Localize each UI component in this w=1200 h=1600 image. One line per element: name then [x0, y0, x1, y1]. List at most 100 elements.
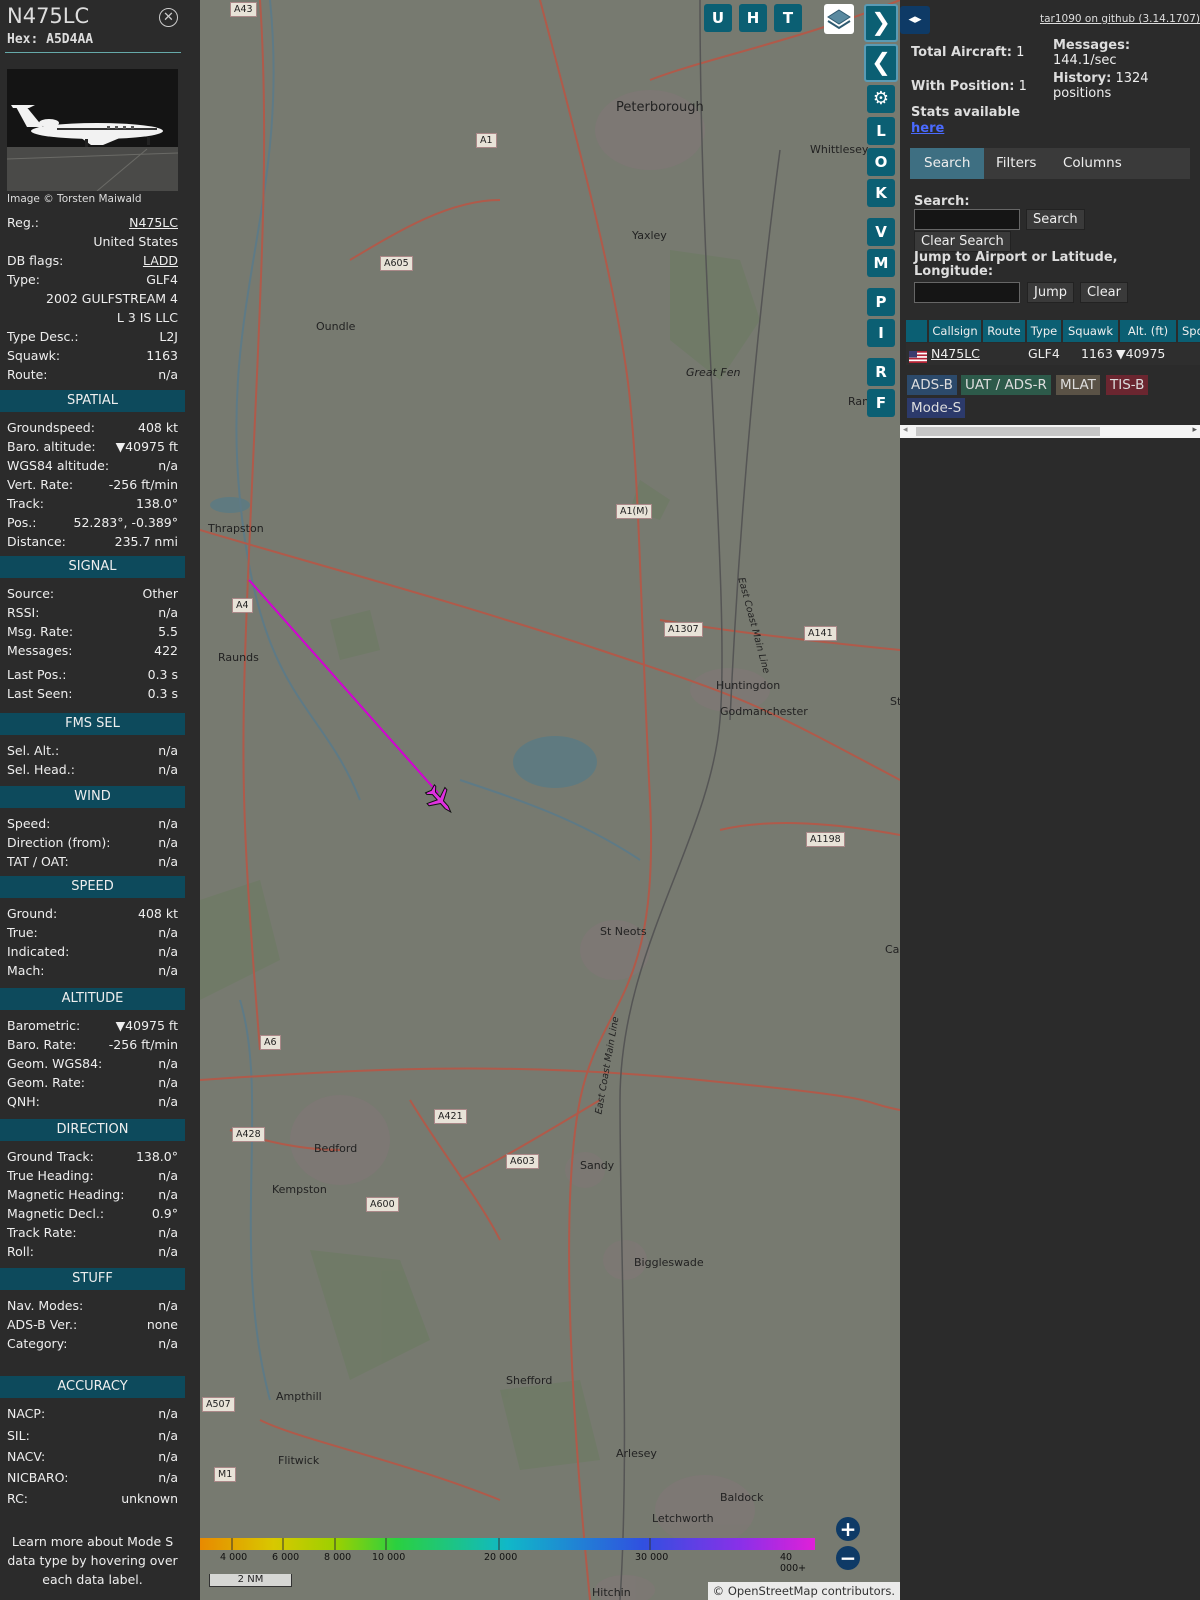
- toggle-i-button[interactable]: I: [867, 319, 895, 347]
- detail-key: NACV:: [7, 1449, 46, 1464]
- detail-row: Groundspeed: 408 kt: [7, 418, 178, 437]
- attribution-prefix: ©: [712, 1584, 728, 1598]
- detail-key: Roll:: [7, 1244, 34, 1259]
- detail-key: Distance:: [7, 534, 66, 549]
- column-header-callsign[interactable]: Callsign: [929, 320, 981, 342]
- toggle-h-button[interactable]: H: [739, 4, 767, 32]
- detail-value: n/a: [158, 854, 178, 869]
- zoom-out-button[interactable]: −: [836, 1546, 860, 1570]
- jump-button[interactable]: Jump: [1027, 282, 1074, 303]
- detail-row: Vert. Rate: -256 ft/min: [7, 475, 178, 494]
- road-label: A1198: [806, 832, 845, 847]
- clear-jump-button[interactable]: Clear: [1080, 282, 1128, 303]
- map-attribution: © OpenStreetMap contributors.: [707, 1582, 900, 1600]
- version-link[interactable]: tar1090 on github (3.14.1707): [1040, 13, 1200, 25]
- detail-value: n/a: [158, 1225, 178, 1240]
- detail-key: Type:: [7, 272, 40, 287]
- detail-row: NICBARO: n/a: [7, 1468, 178, 1487]
- detail-row: Indicated: n/a: [7, 942, 178, 961]
- road-label: A428: [232, 1127, 265, 1142]
- sidebar-toggle-button[interactable]: ◂▸: [900, 6, 930, 34]
- settings-button[interactable]: ⚙: [867, 85, 895, 113]
- toggle-p-button[interactable]: P: [867, 288, 895, 316]
- place-label: Letchworth: [652, 1512, 714, 1525]
- place-label: Peterborough: [616, 100, 704, 115]
- scroll-left-icon[interactable]: ◂: [903, 425, 908, 435]
- detail-value: 138.0°: [135, 1149, 178, 1164]
- aircraft-icon[interactable]: [421, 781, 460, 820]
- column-header-route[interactable]: Route: [983, 320, 1025, 342]
- table-row[interactable]: N475LC GLF4 1163 ▼40975: [906, 343, 1200, 365]
- next-aircraft-button[interactable]: ❯: [864, 4, 898, 42]
- column-header-speed[interactable]: Spd: [1178, 320, 1200, 342]
- detail-key: True:: [7, 925, 38, 940]
- detail-row: TAT / OAT: n/a: [7, 852, 178, 871]
- toggle-k-button[interactable]: K: [867, 179, 895, 207]
- zoom-in-button[interactable]: +: [836, 1517, 860, 1541]
- row-callsign[interactable]: N475LC: [931, 343, 980, 365]
- place-label: Bedford: [314, 1142, 358, 1155]
- detail-key: Squawk:: [7, 348, 61, 363]
- place-label: Yaxley: [632, 229, 667, 242]
- detail-value[interactable]: LADD: [143, 251, 178, 270]
- toggle-o-button[interactable]: O: [867, 148, 895, 176]
- clear-search-button[interactable]: Clear Search: [914, 231, 1011, 252]
- tab-columns[interactable]: Columns: [1049, 148, 1136, 179]
- column-header-altitude[interactable]: Alt. (ft): [1120, 320, 1176, 342]
- detail-key: Ground:: [7, 906, 58, 921]
- detail-key: True Heading:: [7, 1168, 94, 1183]
- column-header-squawk[interactable]: Squawk: [1063, 320, 1118, 342]
- toggle-m-button[interactable]: M: [867, 249, 895, 277]
- detail-key: TAT / OAT:: [7, 854, 69, 869]
- aircraft-photo[interactable]: [7, 69, 178, 191]
- detail-value: 1163: [146, 348, 178, 363]
- detail-value: n/a: [158, 1168, 178, 1183]
- prev-aircraft-button[interactable]: ❮: [864, 44, 898, 82]
- place-label: Godmanchester: [720, 705, 808, 718]
- detail-value[interactable]: N475LC: [129, 213, 178, 232]
- search-input[interactable]: [914, 209, 1020, 230]
- detail-key: Geom. Rate:: [7, 1075, 86, 1090]
- detail-row: Track Rate: n/a: [7, 1223, 178, 1242]
- detail-value: n/a: [158, 1094, 178, 1109]
- detail-value: 408 kt: [138, 420, 178, 435]
- detail-value: n/a: [158, 816, 178, 831]
- detail-value: L2J: [159, 329, 178, 344]
- close-icon[interactable]: ✕: [159, 8, 178, 27]
- detail-key: RC:: [7, 1491, 29, 1506]
- toggle-t-button[interactable]: T: [774, 4, 802, 32]
- table-horizontal-scrollbar[interactable]: ◂ ▸: [900, 425, 1200, 438]
- toggle-l-button[interactable]: L: [867, 117, 895, 145]
- total-aircraft-label: Total Aircraft:: [911, 45, 1012, 60]
- image-credit: Image © Torsten Maiwald: [7, 193, 142, 205]
- jump-input[interactable]: [914, 282, 1020, 303]
- tab-filters[interactable]: Filters: [982, 148, 1050, 179]
- detail-row: Baro. altitude: ▼40975 ft: [7, 437, 178, 456]
- toggle-f-button[interactable]: F: [867, 389, 895, 417]
- toggle-r-button[interactable]: R: [867, 358, 895, 386]
- scroll-right-icon[interactable]: ▸: [1192, 425, 1197, 435]
- osm-link[interactable]: OpenStreetMap: [728, 1584, 818, 1598]
- tab-search[interactable]: Search: [910, 148, 985, 179]
- layers-button[interactable]: [824, 4, 854, 34]
- place-label: Baldock: [720, 1491, 764, 1504]
- search-button[interactable]: Search: [1026, 209, 1085, 230]
- table-scrollbar-thumb[interactable]: [916, 427, 1100, 436]
- road-label: A1: [476, 133, 497, 148]
- detail-row: Type: GLF4: [7, 270, 178, 289]
- detail-value: n/a: [158, 762, 178, 777]
- detail-row: Baro. Rate: -256 ft/min: [7, 1035, 178, 1054]
- road-label: A507: [202, 1397, 235, 1412]
- altitude-color-legend: [200, 1538, 815, 1550]
- toggle-u-button[interactable]: U: [704, 4, 732, 32]
- column-header-flag[interactable]: [906, 320, 927, 342]
- source-tag-modes: Mode-S: [907, 398, 966, 418]
- detail-row: WGS84 altitude: n/a: [7, 456, 178, 475]
- stats-link[interactable]: here: [911, 121, 944, 136]
- toggle-v-button[interactable]: V: [867, 218, 895, 246]
- column-header-type[interactable]: Type: [1027, 320, 1061, 342]
- map-view[interactable]: 4 000 6 000 8 000 10 000 20 000 30 000 4…: [200, 0, 900, 1600]
- road-label: A600: [366, 1197, 399, 1212]
- detail-row: Distance: 235.7 nmi: [7, 532, 178, 551]
- aircraft-callsign-title: N475LC: [7, 4, 90, 28]
